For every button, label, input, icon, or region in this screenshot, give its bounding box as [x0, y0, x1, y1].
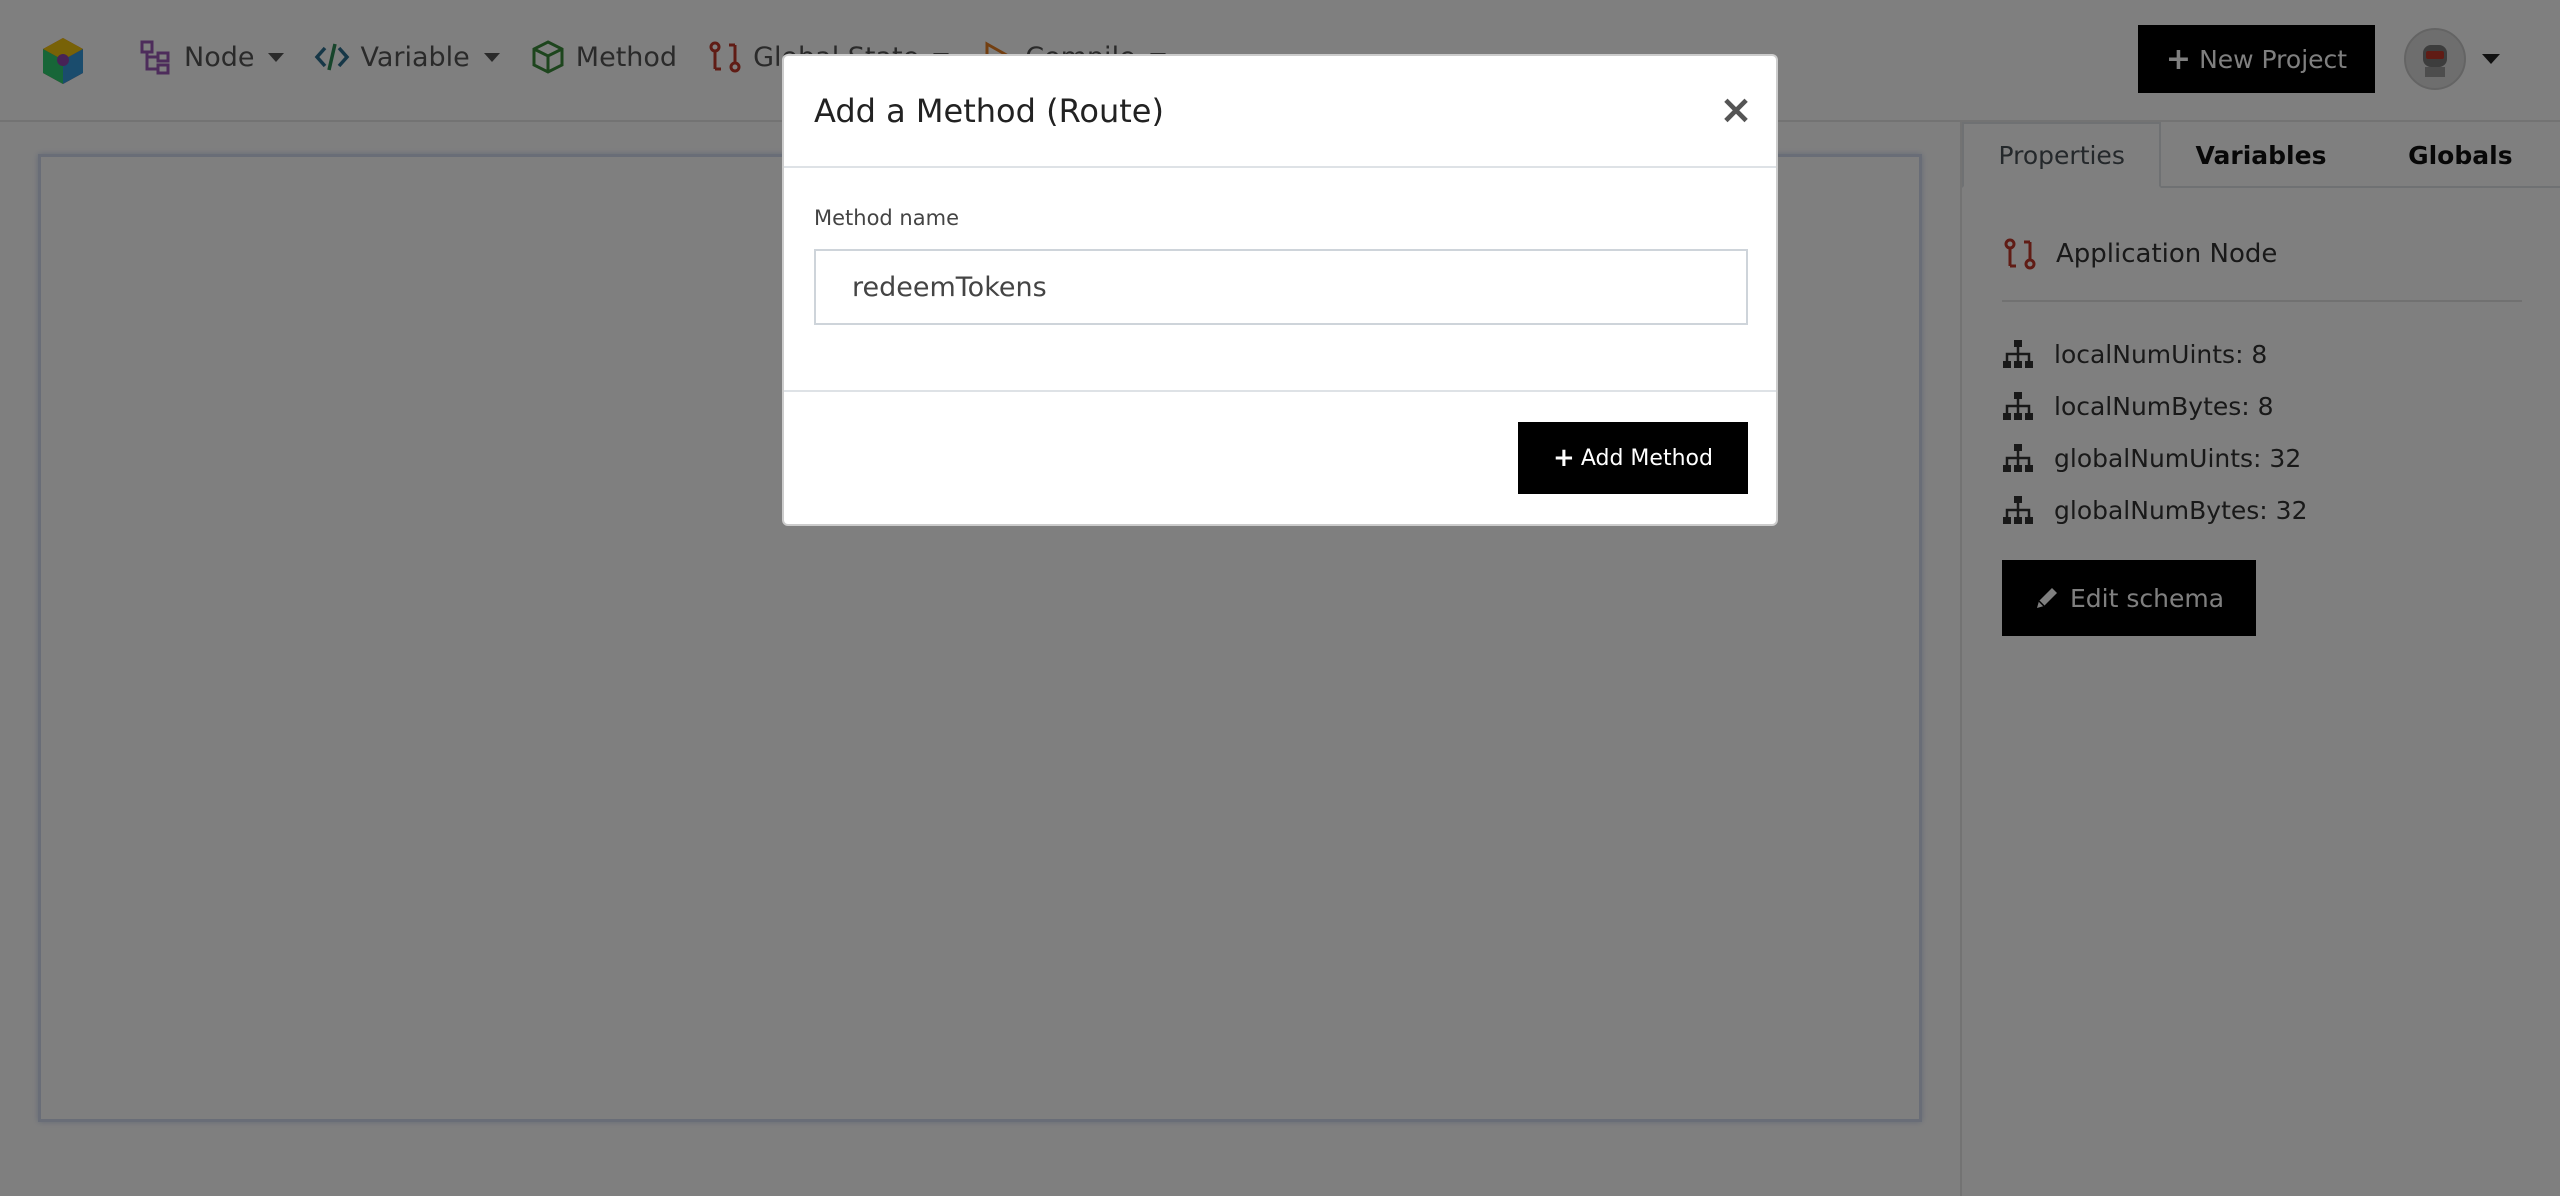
close-icon[interactable]: × [1716, 90, 1756, 130]
add-method-modal: Add a Method (Route) × Method name + Add… [782, 54, 1778, 526]
app-root: Node Variable Method Global S [0, 0, 2560, 1196]
modal-footer-divider [784, 390, 1776, 392]
method-name-label: Method name [814, 206, 959, 230]
modal-header: Add a Method (Route) × [784, 56, 1776, 168]
method-name-input[interactable] [814, 249, 1748, 325]
add-method-label: Add Method [1580, 445, 1713, 471]
add-method-button[interactable]: + Add Method [1518, 422, 1748, 494]
modal-title: Add a Method (Route) [814, 92, 1164, 130]
plus-icon: + [1553, 443, 1575, 473]
